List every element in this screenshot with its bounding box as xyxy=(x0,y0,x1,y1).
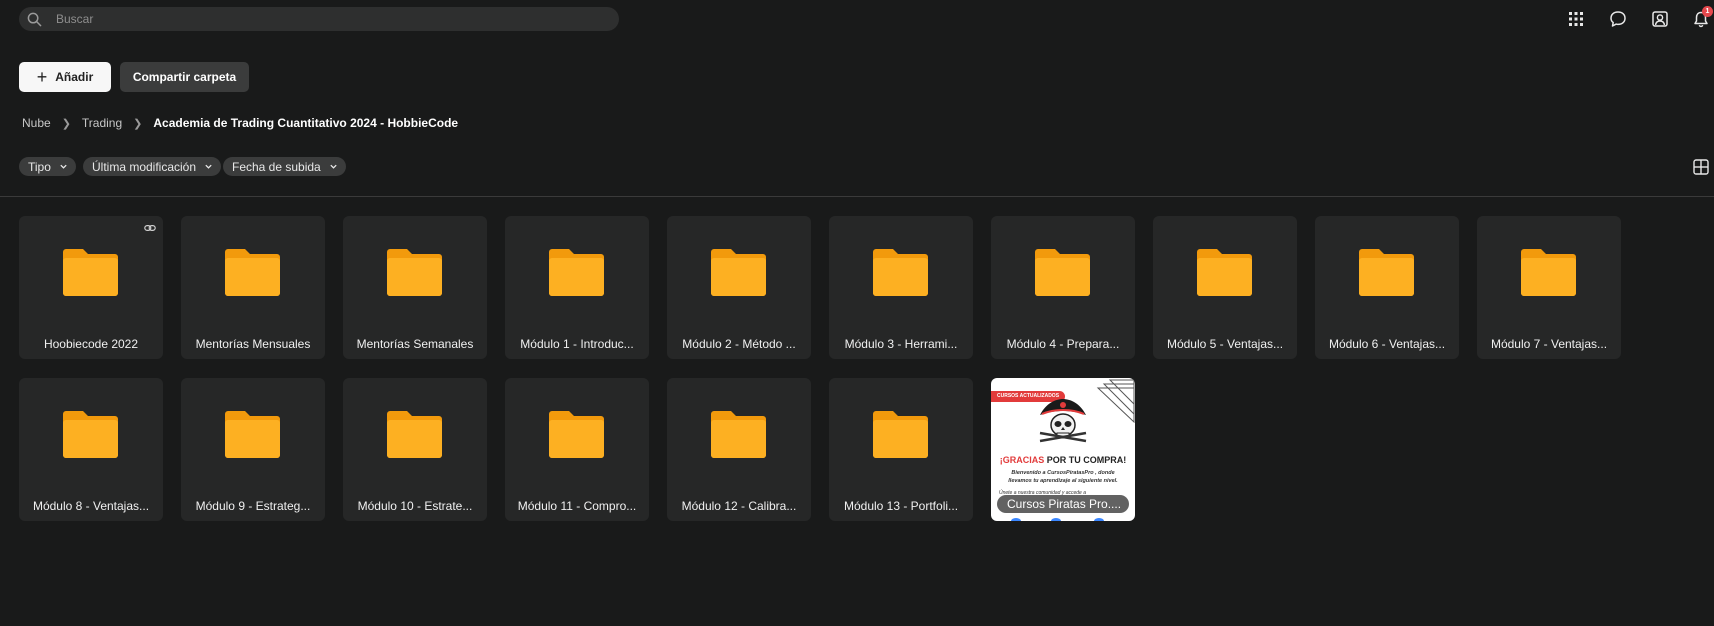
folder-card[interactable]: Módulo 7 - Ventajas... xyxy=(1477,216,1621,359)
folder-card[interactable]: Módulo 8 - Ventajas... xyxy=(19,378,163,521)
folder-card[interactable]: Módulo 3 - Herrami... xyxy=(829,216,973,359)
folder-icon xyxy=(549,411,604,458)
folder-card[interactable]: Módulo 2 - Método ... xyxy=(667,216,811,359)
thumbnail-headline-red: ¡GRACIAS xyxy=(999,455,1045,465)
folder-card[interactable]: Módulo 13 - Portfoli... xyxy=(829,378,973,521)
thumbnail-headline: ¡GRACIAS POR TU COMPRA! xyxy=(991,455,1135,465)
chevron-right-icon: ❯ xyxy=(133,117,143,130)
breadcrumb-item-trading[interactable]: Trading xyxy=(82,116,122,130)
folder-icon xyxy=(1359,249,1414,296)
folder-card[interactable]: Módulo 5 - Ventajas... xyxy=(1153,216,1297,359)
folder-name: Módulo 13 - Portfoli... xyxy=(843,499,959,513)
plus-icon: + xyxy=(36,67,48,87)
folder-name: Módulo 8 - Ventajas... xyxy=(32,499,150,513)
search-input[interactable] xyxy=(56,12,576,26)
folder-icon xyxy=(63,249,118,296)
filter-upload-date[interactable]: Fecha de subida xyxy=(223,157,346,176)
folder-name: Módulo 7 - Ventajas... xyxy=(1490,337,1608,351)
folder-icon xyxy=(1521,249,1576,296)
folder-name: Módulo 4 - Prepara... xyxy=(1006,337,1120,351)
breadcrumb-item-nube[interactable]: Nube xyxy=(22,116,51,130)
image-file-card[interactable]: CURSOS ACTUALIZADOS ¡GRACIAS POR TU COMP… xyxy=(991,378,1135,521)
folder-card[interactable]: Módulo 6 - Ventajas... xyxy=(1315,216,1459,359)
folder-name: Módulo 10 - Estrate... xyxy=(357,499,473,513)
folder-card[interactable]: Hoobiecode 2022 xyxy=(19,216,163,359)
thumbnail-line-1: Bienvenido a CursosPiratasPro , donde xyxy=(1011,470,1115,476)
social-icons xyxy=(1011,518,1115,521)
folder-icon xyxy=(711,411,766,458)
link-icon xyxy=(144,224,156,232)
folder-name: Módulo 3 - Herrami... xyxy=(844,337,958,351)
folder-icon xyxy=(225,411,280,458)
filter-upload-date-label: Fecha de subida xyxy=(232,159,321,174)
thumbnail-line-2: llevamos tu aprendizaje al siguiente niv… xyxy=(1008,478,1118,484)
chevron-down-icon xyxy=(330,164,337,169)
account-icon[interactable] xyxy=(1649,8,1671,30)
folder-icon xyxy=(1197,249,1252,296)
folder-icon xyxy=(225,249,280,296)
folder-icon xyxy=(549,249,604,296)
folder-card[interactable]: Mentorías Semanales xyxy=(343,216,487,359)
folder-name: Módulo 5 - Ventajas... xyxy=(1166,337,1284,351)
chevron-down-icon xyxy=(205,164,212,169)
chevron-right-icon: ❯ xyxy=(61,117,71,130)
bell-icon[interactable]: 1 xyxy=(1690,6,1713,30)
search-icon xyxy=(27,12,42,26)
folder-name: Módulo 2 - Método ... xyxy=(682,337,796,351)
social-dot xyxy=(1051,518,1061,521)
folder-name: Hoobiecode 2022 xyxy=(43,337,139,351)
file-name: Cursos Piratas Pro.... xyxy=(997,495,1129,513)
folder-icon xyxy=(711,249,766,296)
folder-icon xyxy=(873,249,928,296)
folder-card[interactable]: Módulo 12 - Calibra... xyxy=(667,378,811,521)
folder-card[interactable]: Módulo 4 - Prepara... xyxy=(991,216,1135,359)
folder-name: Módulo 6 - Ventajas... xyxy=(1328,337,1446,351)
folder-card[interactable]: Módulo 10 - Estrate... xyxy=(343,378,487,521)
filter-last-modified[interactable]: Última modificación xyxy=(83,157,222,176)
social-dot xyxy=(1094,518,1104,521)
folder-card[interactable]: Módulo 9 - Estrateg... xyxy=(181,378,325,521)
share-folder-button[interactable]: Compartir carpeta xyxy=(120,62,249,92)
folder-card[interactable]: Mentorías Mensuales xyxy=(181,216,325,359)
apps-grid-icon[interactable] xyxy=(1565,8,1587,30)
filter-last-modified-label: Última modificación xyxy=(92,159,197,174)
breadcrumb-current: Academia de Trading Cuantitativo 2024 - … xyxy=(153,116,459,130)
add-button-label: Añadir xyxy=(55,70,94,84)
folder-icon xyxy=(873,411,928,458)
folder-icon xyxy=(63,411,118,458)
breadcrumb: Nube ❯ Trading ❯ Academia de Trading Cua… xyxy=(22,116,458,130)
thumbnail-headline-rest: POR TU COMPRA! xyxy=(1044,455,1127,465)
chevron-down-icon xyxy=(60,164,67,169)
filter-type-label: Tipo xyxy=(28,159,51,174)
triangles-decoration xyxy=(1096,379,1135,423)
social-dot xyxy=(1011,518,1021,521)
divider xyxy=(0,196,1714,197)
chat-icon[interactable] xyxy=(1607,8,1629,30)
folder-card[interactable]: Módulo 11 - Compro... xyxy=(505,378,649,521)
folder-name: Mentorías Semanales xyxy=(356,337,474,351)
folder-name: Módulo 9 - Estrateg... xyxy=(195,499,311,513)
folder-card[interactable]: Módulo 1 - Introduc... xyxy=(505,216,649,359)
filter-type[interactable]: Tipo xyxy=(19,157,76,176)
pirate-skull-logo xyxy=(1039,399,1087,443)
grid-view-icon[interactable] xyxy=(1692,158,1710,176)
add-button[interactable]: + Añadir xyxy=(19,62,111,92)
folder-icon xyxy=(1035,249,1090,296)
thumbnail-welcome-text: Bienvenido a CursosPiratasPro , donde lle… xyxy=(991,469,1135,485)
search-bar[interactable] xyxy=(19,7,619,31)
folder-icon xyxy=(387,411,442,458)
folder-name: Módulo 1 - Introduc... xyxy=(520,337,634,351)
folder-name: Mentorías Mensuales xyxy=(195,337,311,351)
folder-name: Módulo 11 - Compro... xyxy=(517,499,637,513)
folder-icon xyxy=(387,249,442,296)
folder-name: Módulo 12 - Calibra... xyxy=(681,499,797,513)
notification-badge: 1 xyxy=(1702,6,1713,17)
